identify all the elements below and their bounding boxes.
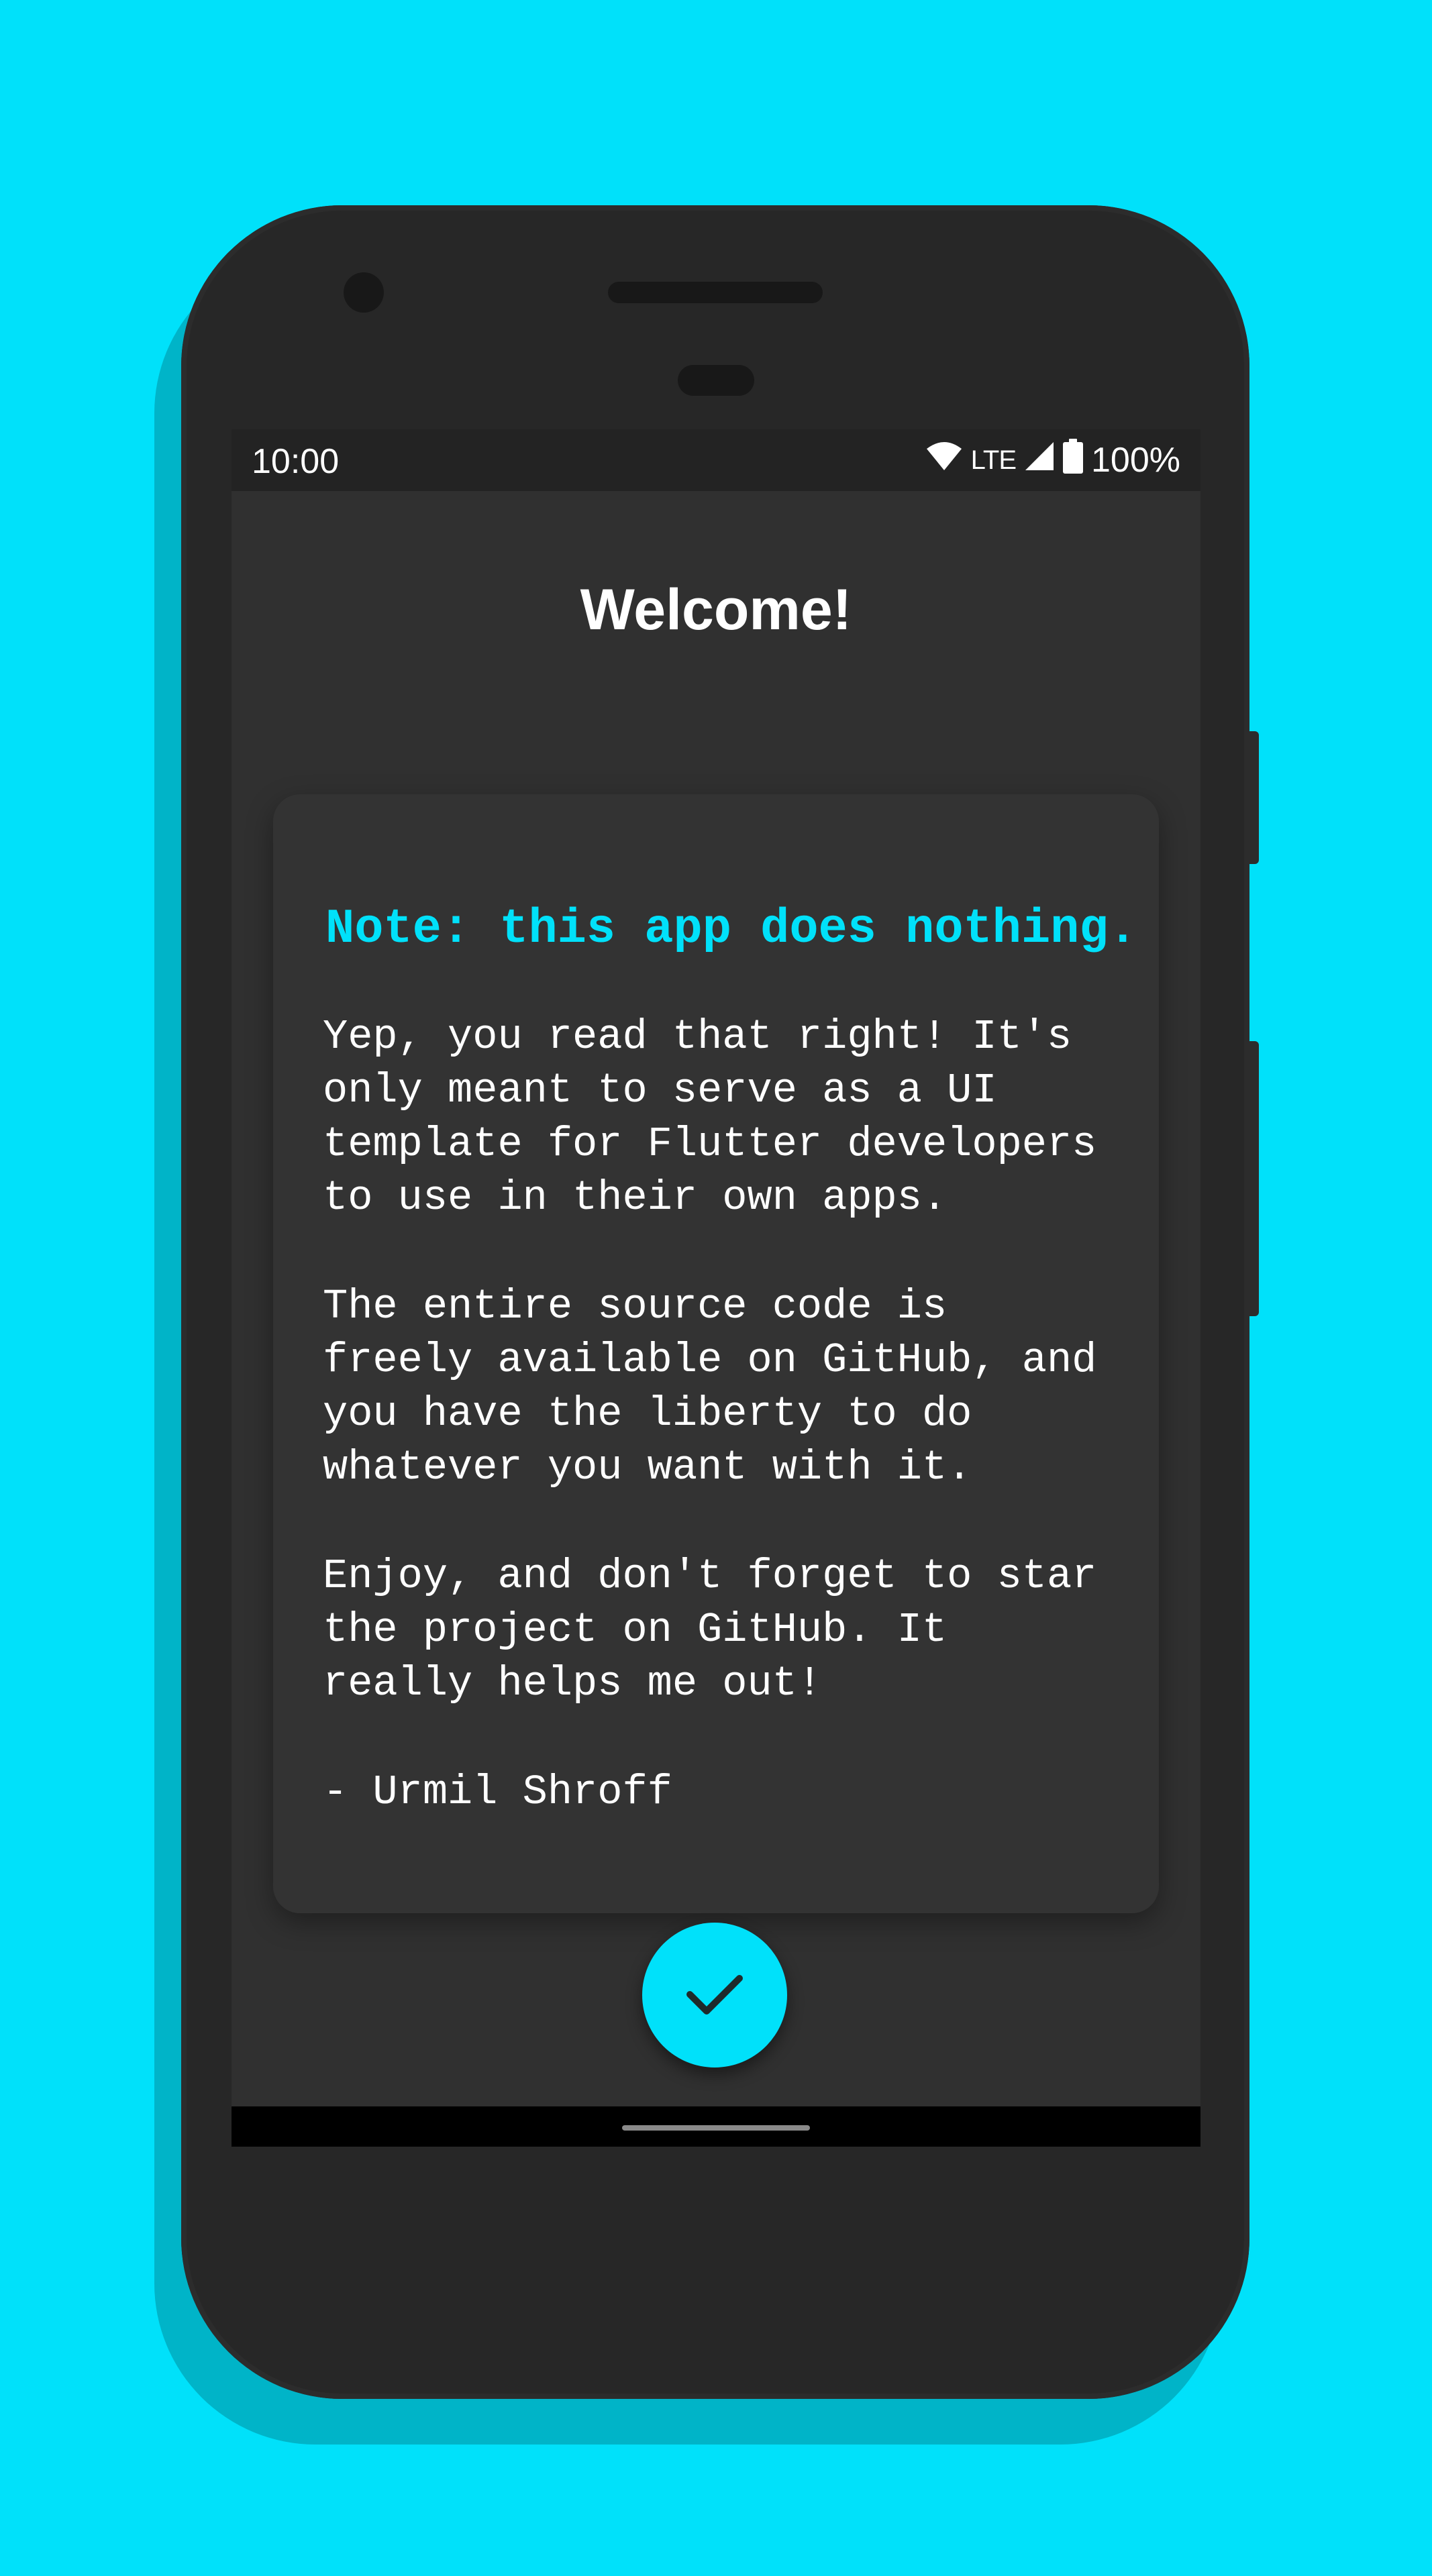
proximity-sensor: [678, 365, 754, 396]
signal-icon: [1024, 440, 1055, 480]
confirm-button[interactable]: [642, 1923, 787, 2068]
power-button: [1249, 1041, 1259, 1316]
home-gesture-handle[interactable]: [622, 2125, 810, 2131]
phone-screen: 10:00 LTE 100% Welcome! Note: this app d…: [232, 429, 1200, 2147]
status-time: 10:00: [252, 442, 340, 481]
paragraph-star: Enjoy, and don't forget to star the proj…: [323, 1552, 1097, 1707]
status-bar: 10:00 LTE 100%: [232, 429, 1200, 491]
status-indicators: LTE 100%: [925, 438, 1180, 482]
network-type: LTE: [970, 445, 1017, 475]
navigation-bar: [232, 2106, 1200, 2147]
volume-button: [1249, 731, 1259, 864]
welcome-card: Note: this app does nothing. Yep, you re…: [273, 794, 1159, 1913]
paragraph-source: The entire source code is freely availab…: [323, 1283, 1097, 1491]
check-icon: [684, 1964, 745, 2027]
battery-percentage: 100%: [1091, 441, 1180, 480]
page-title: Welcome!: [580, 578, 852, 642]
note-heading: Note: this app does nothing.: [325, 902, 1137, 957]
signature: - Urmil Shroff: [323, 1768, 672, 1816]
wifi-icon: [925, 440, 963, 480]
battery-icon: [1063, 438, 1083, 482]
paragraph-intro: Yep, you read that right! It's only mean…: [323, 1013, 1097, 1222]
earpiece-speaker: [608, 282, 823, 303]
front-camera: [344, 272, 384, 313]
